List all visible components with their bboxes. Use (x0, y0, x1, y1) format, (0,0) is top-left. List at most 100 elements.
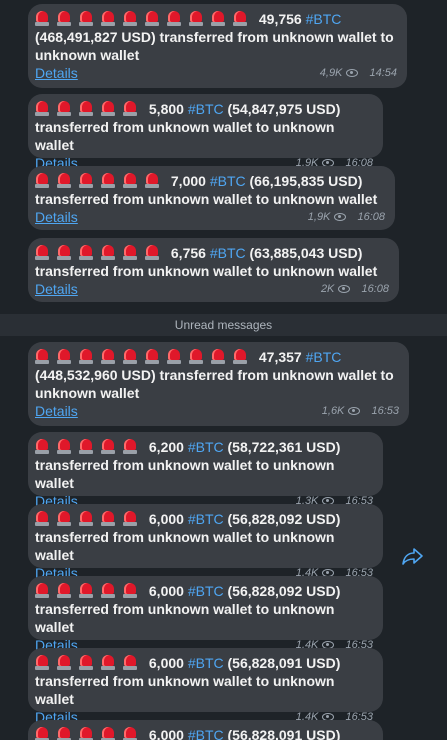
message-bubble[interactable]: 49,756 #BTC (468,491,827 USD) transferre… (28, 4, 407, 88)
message-meta: 4,9K 14:54 (320, 64, 397, 82)
hashtag-link[interactable]: #BTC (306, 11, 342, 27)
siren-icon (35, 349, 49, 364)
siren-icon (101, 11, 115, 26)
siren-icon (35, 655, 49, 670)
message-bubble[interactable]: 6,200 #BTC (58,722,361 USD) transferred … (28, 432, 383, 509)
view-count: 1,9K (307, 211, 331, 223)
hashtag-link[interactable]: #BTC (188, 511, 224, 527)
siren-icon (57, 727, 71, 740)
btc-amount: 6,756 (170, 245, 206, 261)
siren-icon (101, 439, 115, 454)
message-line-2: transferred from unknown wallet to unkno… (35, 119, 335, 153)
hashtag-link[interactable]: #BTC (210, 173, 246, 189)
details-link[interactable]: Details (35, 64, 78, 82)
view-count: 1,6K (321, 405, 345, 417)
btc-amount: 7,000 (170, 173, 206, 189)
siren-icon (123, 245, 137, 260)
siren-icon (101, 173, 115, 188)
message-line-3: unknown wallet (35, 47, 140, 63)
details-link[interactable]: Details (35, 208, 78, 226)
btc-amount: 6,000 (148, 511, 184, 527)
siren-icons (35, 11, 255, 27)
message-bubble[interactable]: 47,357 #BTC (448,532,960 USD) transferre… (28, 342, 409, 426)
siren-icon (101, 583, 115, 598)
eye-icon (334, 213, 347, 221)
hashtag-link[interactable]: #BTC (306, 349, 342, 365)
siren-icons (35, 655, 145, 671)
siren-icon (57, 583, 71, 598)
details-link[interactable]: Details (35, 402, 78, 420)
siren-icon (145, 11, 159, 26)
siren-icon (145, 173, 159, 188)
siren-icons (35, 173, 167, 189)
hashtag-link[interactable]: #BTC (188, 727, 224, 740)
siren-icon (123, 511, 137, 526)
message-bubble[interactable]: 6,000 #BTC (56,828,091 USD) (28, 720, 383, 740)
message-bubble[interactable]: 6,000 #BTC (56,828,091 USD) transferred … (28, 648, 383, 725)
btc-amount: 6,000 (148, 583, 184, 599)
message-line-1: 7,000 #BTC (66,195,835 USD) (35, 172, 385, 190)
siren-icon (35, 727, 49, 740)
message-line-1: 49,756 #BTC (35, 10, 397, 28)
message-meta: 1,6K 16:53 (322, 402, 399, 420)
siren-icon (101, 511, 115, 526)
siren-icon (101, 101, 115, 116)
message-time: 16:08 (361, 283, 389, 295)
message-line-2: transferred from unknown wallet to unkno… (35, 457, 335, 491)
hashtag-link[interactable]: #BTC (188, 101, 224, 117)
siren-icon (123, 11, 137, 26)
usd-amount: (66,195,835 USD) (249, 173, 363, 189)
hashtag-link[interactable]: #BTC (188, 439, 224, 455)
siren-icon (233, 349, 247, 364)
btc-amount: 5,800 (148, 101, 184, 117)
message-line-3: unknown wallet (35, 385, 140, 401)
siren-icons (35, 583, 145, 599)
message-line-2: transferred from unknown wallet to unkno… (35, 601, 335, 635)
message-line-1: 6,000 #BTC (56,828,091 USD) (35, 654, 373, 672)
siren-icon (101, 245, 115, 260)
siren-icon (123, 439, 137, 454)
siren-icons (35, 439, 145, 455)
usd-amount: (56,828,092 USD) (227, 511, 341, 527)
message-bubble[interactable]: 6,000 #BTC (56,828,092 USD) transferred … (28, 576, 383, 653)
message-line-1: 6,000 #BTC (56,828,092 USD) (35, 582, 373, 600)
message-bubble[interactable]: 6,000 #BTC (56,828,092 USD) transferred … (28, 504, 383, 581)
message-bubble[interactable]: 7,000 #BTC (66,195,835 USD) transferred … (28, 166, 395, 230)
siren-icon (35, 11, 49, 26)
usd-amount: (56,828,091 USD) (227, 655, 341, 671)
siren-icon (57, 101, 71, 116)
siren-icon (101, 349, 115, 364)
siren-icon (57, 173, 71, 188)
siren-icon (233, 11, 247, 26)
siren-icon (57, 439, 71, 454)
siren-icon (211, 11, 225, 26)
message-bubble[interactable]: 6,756 #BTC (63,885,043 USD) transferred … (28, 238, 399, 302)
siren-icon (123, 101, 137, 116)
siren-icons (35, 349, 255, 365)
hashtag-link[interactable]: #BTC (210, 245, 246, 261)
siren-icon (79, 439, 93, 454)
siren-icon (79, 101, 93, 116)
btc-amount: 47,357 (258, 349, 302, 365)
hashtag-link[interactable]: #BTC (188, 583, 224, 599)
siren-icons (35, 245, 167, 261)
siren-icon (57, 11, 71, 26)
siren-icon (35, 439, 49, 454)
hashtag-link[interactable]: #BTC (188, 655, 224, 671)
usd-amount: (56,828,092 USD) (227, 583, 341, 599)
message-bubble[interactable]: 5,800 #BTC (54,847,975 USD) transferred … (28, 94, 383, 171)
siren-icon (167, 349, 181, 364)
siren-icon (79, 511, 93, 526)
siren-icons (35, 101, 145, 117)
message-line-2: transferred from unknown wallet to unkno… (35, 191, 378, 207)
siren-icon (145, 245, 159, 260)
siren-icon (57, 511, 71, 526)
message-line-1: 6,000 #BTC (56,828,092 USD) (35, 510, 373, 528)
share-icon (402, 548, 423, 565)
share-button[interactable] (400, 546, 426, 566)
details-link[interactable]: Details (35, 280, 78, 298)
message-time: 16:53 (371, 405, 399, 417)
siren-icon (57, 349, 71, 364)
usd-amount: (58,722,361 USD) (227, 439, 341, 455)
message-time: 16:08 (357, 211, 385, 223)
